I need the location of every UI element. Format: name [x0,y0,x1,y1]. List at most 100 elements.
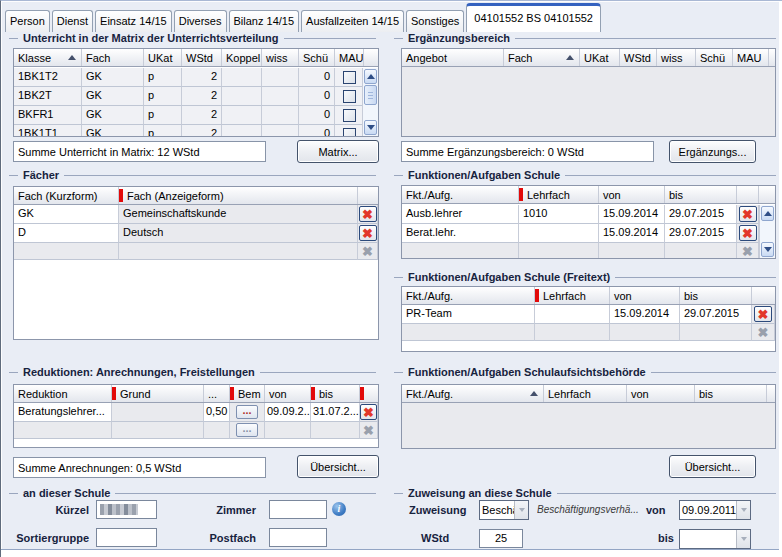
table-row[interactable]: 1BK1T2 GK p 2 0 [14,68,364,87]
col-von[interactable]: von [627,385,695,402]
mau-checkbox[interactable] [343,109,356,122]
mau-checkbox[interactable] [343,128,356,138]
cell-delete [358,243,378,260]
matrix-button[interactable]: Matrix... [297,140,379,163]
col-von[interactable]: von [265,385,311,402]
empty-row[interactable] [402,243,759,259]
col-fach-anzeigeform[interactable]: Fach (Anzeigeform) [119,187,358,204]
tab-bilanz[interactable]: Bilanz 14/15 [229,10,300,32]
zimmer-input[interactable] [269,500,327,519]
col-fach[interactable]: Fach [82,49,144,66]
table-row[interactable]: 1BK1T1 GK p 2 0 [14,125,364,137]
col-wstd[interactable]: WStd [620,49,657,66]
group-label: an dieser Schule [23,487,110,499]
col-bis[interactable]: bis [695,385,767,402]
empty-row[interactable] [14,243,378,260]
zuweisung-select[interactable]: Beschä [479,500,529,520]
col-angebot[interactable]: Angebot [402,49,504,66]
col-lehrfach[interactable]: Lehrfach [544,385,627,402]
tab-diverses[interactable]: Diverses [174,10,227,32]
col-wiss[interactable]: wiss [657,49,696,66]
scroll-down-button[interactable] [761,242,774,257]
col-grund[interactable]: Grund [112,385,204,402]
scrollbar-thumb[interactable] [364,85,377,105]
delete-row-button[interactable] [754,306,772,322]
dropdown-arrow-icon[interactable] [514,501,528,519]
col-bis[interactable]: bis [665,186,737,203]
col-reduktion[interactable]: Reduktion [14,385,112,402]
empty-row[interactable] [402,324,775,341]
col-von[interactable]: von [610,287,680,304]
delete-row-button[interactable] [739,206,757,222]
wstd-input[interactable]: 25 [479,529,523,548]
scroll-up-button[interactable] [761,206,774,221]
delete-row-button[interactable] [359,206,377,222]
ergaenzungs-button[interactable]: Ergänzungs... [669,140,756,163]
col-ukat[interactable]: UKat [144,49,182,66]
table-row[interactable]: PR-Team 15.09.2014 29.07.2015 [402,305,775,324]
mau-checkbox[interactable] [343,71,356,84]
bem-ellipsis-button[interactable]: ... [236,405,258,419]
arrow-down-icon [367,125,375,130]
bem-ellipsis-button[interactable]: ... [236,423,258,437]
tab-sonstiges[interactable]: Sonstiges [406,10,464,32]
uebersicht-button-left[interactable]: Übersicht... [297,455,379,478]
table-row[interactable]: 1BK2T GK p 2 0 [14,87,364,106]
col-lehrfach[interactable]: Lehrfach [519,186,599,203]
table-row[interactable]: GK Gemeinschaftskunde [14,205,378,224]
tab-ausfallzeiten[interactable]: Ausfallzeiten 14/15 [301,10,404,32]
col-fach[interactable]: Fach [504,49,580,66]
table-row[interactable]: Ausb.lehrer 1010 15.09.2014 29.07.2015 [402,205,759,224]
col-fach-kurzform[interactable]: Fach (Kurzform) [14,187,119,204]
sortiergruppe-input[interactable] [96,528,157,547]
col-fkt-aufg[interactable]: Fkt./Aufg. [402,385,544,402]
uebersicht-button-right[interactable]: Übersicht... [669,455,756,478]
tab-dienst[interactable]: Dienst [52,10,93,32]
postfach-input[interactable] [269,528,327,547]
scroll-up-button[interactable] [364,69,377,84]
bis-date-select[interactable] [679,529,751,549]
col-wstd[interactable]: WStd [182,49,222,66]
tab-active-school[interactable]: 04101552 BS 04101552 [466,3,601,32]
col-schue[interactable]: Schü [696,49,733,66]
mau-checkbox[interactable] [343,90,356,103]
col-lehrfach[interactable]: Lehrfach [535,287,610,304]
delete-row-button[interactable] [359,225,377,241]
info-icon[interactable]: i [332,502,346,516]
vertical-scrollbar[interactable] [759,205,775,258]
delete-row-disabled-icon [739,243,757,259]
delete-row-button[interactable] [360,404,377,420]
col-fkt-aufg[interactable]: Fkt./Aufg. [402,287,535,304]
table-row[interactable]: BKFR1 GK p 2 0 [14,106,364,125]
col-koppel[interactable]: Koppel [222,49,262,66]
col-ukat[interactable]: UKat [580,49,620,66]
dropdown-arrow-icon[interactable] [736,501,750,519]
group-title-zuweisung: Zuweisung an diese Schule [394,487,776,499]
dropdown-arrow-icon[interactable] [736,530,750,548]
col-von[interactable]: von [599,186,665,203]
col-mau[interactable]: MAU [733,49,769,66]
cell-anzeigeform [119,243,358,260]
table-row[interactable]: D Deutsch [14,224,378,243]
col-wiss[interactable]: wiss [262,49,299,66]
tab-person[interactable]: Person [5,10,50,32]
von-date-select[interactable]: 09.09.2011 [679,500,751,520]
col-bis[interactable]: bis [680,287,752,304]
table-row[interactable]: Berat.lehr. 15.09.2014 29.07.2015 [402,224,759,243]
kuerzel-input[interactable] [96,500,157,519]
col-wert[interactable]: ... [204,385,230,402]
tab-einsatz[interactable]: Einsatz 14/15 [95,10,172,32]
vertical-scrollbar[interactable] [362,68,378,136]
empty-row[interactable]: ... [14,422,378,439]
col-schue[interactable]: Schü [299,49,335,66]
col-mau[interactable]: MAU [335,49,364,66]
cell-koppel [222,68,262,87]
anrechnungen-sum-box: Summe Anrechnungen: 0,5 WStd [13,457,266,478]
col-bis[interactable]: bis [311,385,360,402]
table-row[interactable]: Beratungslehrer... 0,50 ... 09.09.2... 3… [14,403,378,422]
col-bem[interactable]: Bem [230,385,265,402]
delete-row-button[interactable] [739,225,757,241]
col-fkt-aufg[interactable]: Fkt./Aufg. [402,186,519,203]
col-klasse[interactable]: Klasse [14,49,82,66]
scroll-down-button[interactable] [364,120,377,135]
